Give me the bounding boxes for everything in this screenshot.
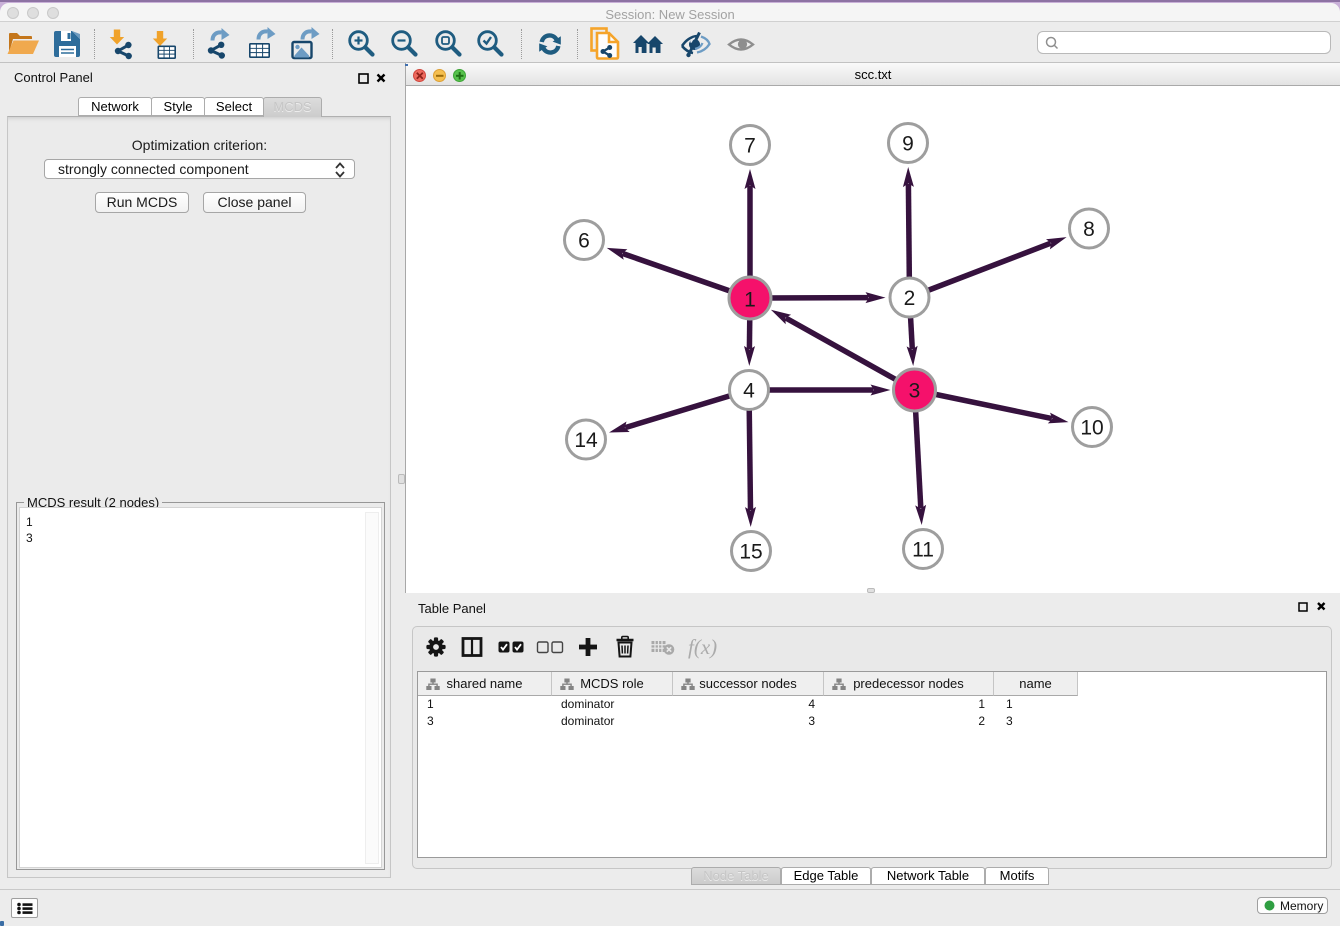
svg-text:14: 14 — [574, 429, 598, 452]
svg-text:10: 10 — [1080, 417, 1103, 440]
svg-text:15: 15 — [739, 541, 762, 564]
svg-text:11: 11 — [912, 539, 934, 562]
svg-text:8: 8 — [1083, 218, 1095, 241]
svg-text:3: 3 — [909, 380, 921, 403]
svg-text:6: 6 — [578, 230, 590, 253]
svg-text:4: 4 — [743, 380, 755, 403]
svg-text:1: 1 — [744, 289, 756, 312]
svg-text:9: 9 — [902, 133, 914, 156]
svg-text:2: 2 — [904, 287, 916, 310]
svg-text:f(x): f(x) — [688, 635, 717, 659]
svg-text:7: 7 — [744, 135, 756, 158]
